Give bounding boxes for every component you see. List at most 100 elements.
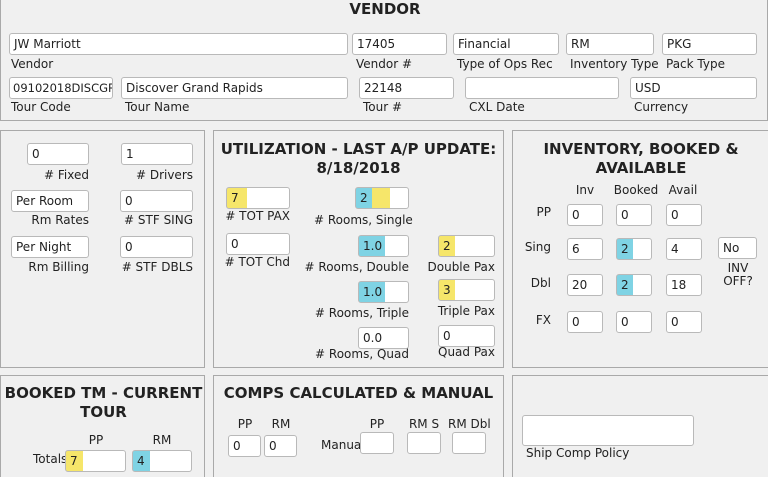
- currency-field[interactable]: USD: [630, 77, 757, 99]
- vendor-field[interactable]: JW Marriott: [9, 33, 348, 55]
- cxl-date-label: CXL Date: [469, 100, 525, 114]
- booked-tm-rm-header: RM: [152, 433, 172, 447]
- fixed-field[interactable]: 0: [27, 143, 89, 165]
- row-pp-label: PP: [536, 205, 551, 219]
- sing-booked-field[interactable]: 2: [616, 238, 652, 260]
- booked-tm-panel: BOOKED TM - CURRENT TOUR PP RM Totals 7 …: [0, 375, 205, 477]
- inventory-title-line1: INVENTORY, BOOKED &: [543, 140, 739, 158]
- rooms-triple-label: # Rooms, Triple: [314, 306, 409, 320]
- rm-billing-field[interactable]: Per Night: [11, 236, 89, 258]
- manual-pp-field[interactable]: [360, 432, 394, 454]
- utilization-title: UTILIZATION - LAST A/P UPDATE: 8/18/2018: [214, 140, 503, 178]
- tour-code-field[interactable]: 09102018DISCGR: [9, 77, 113, 99]
- triple-pax-field[interactable]: 3: [438, 279, 495, 301]
- inventory-panel: INVENTORY, BOOKED & AVAILABLE Inv Booked…: [512, 130, 768, 368]
- totals-label: Totals: [33, 452, 68, 466]
- fixed-label: # Fixed: [44, 168, 89, 182]
- rooms-single-label: # Rooms, Single: [314, 213, 413, 227]
- manual-rmdbl-header: RM Dbl: [448, 417, 491, 431]
- ship-comp-policy-field[interactable]: [522, 415, 694, 446]
- fx-avail-field[interactable]: 0: [666, 311, 702, 333]
- booked-tm-title-line1: BOOKED TM - CURRENT: [4, 384, 203, 402]
- rm-rates-label: Rm Rates: [31, 213, 89, 227]
- quad-pax-label: Quad Pax: [438, 345, 495, 359]
- inv-off-field[interactable]: No: [718, 237, 757, 259]
- double-pax-field[interactable]: 2: [438, 235, 495, 257]
- manual-rms-field[interactable]: [407, 432, 441, 454]
- sing-inv-field[interactable]: 6: [567, 238, 603, 260]
- inventory-title: INVENTORY, BOOKED & AVAILABLE: [513, 140, 768, 178]
- ops-type-field[interactable]: Financial: [453, 33, 559, 55]
- stf-dbls-field[interactable]: 0: [120, 236, 193, 258]
- comps-panel: COMPS CALCULATED & MANUAL PP RM 0 0 Manu…: [213, 375, 504, 477]
- vendor-title: VENDOR: [349, 0, 421, 18]
- tour-code-label: Tour Code: [11, 100, 71, 114]
- stf-sing-field[interactable]: 0: [120, 190, 193, 212]
- comps-title: COMPS CALCULATED & MANUAL: [223, 384, 494, 402]
- tour-number-label: Tour #: [363, 100, 403, 114]
- inventory-type-field[interactable]: RM: [566, 33, 654, 55]
- fx-inv-field[interactable]: 0: [567, 311, 603, 333]
- rooms-double-label: # Rooms, Double: [304, 260, 409, 274]
- dbl-booked-field[interactable]: 2: [616, 274, 652, 296]
- vendor-label: Vendor: [11, 57, 54, 71]
- stf-sing-label: # STF SING: [124, 213, 193, 227]
- ship-comp-panel: Ship Comp Policy: [512, 375, 768, 477]
- col-booked-header: Booked: [613, 183, 659, 197]
- pp-avail-field[interactable]: 0: [666, 204, 702, 226]
- cxl-date-field[interactable]: [465, 77, 619, 99]
- rm-billing-label: Rm Billing: [28, 260, 89, 274]
- tot-pax-field[interactable]: 7: [226, 187, 290, 209]
- booked-tm-pp-header: PP: [88, 433, 104, 447]
- dbl-avail-field[interactable]: 18: [666, 274, 702, 296]
- dbl-inv-field[interactable]: 20: [567, 274, 603, 296]
- comps-rm-field[interactable]: 0: [264, 435, 297, 457]
- tot-chd-field[interactable]: 0: [226, 233, 290, 255]
- comps-rm-header: RM: [271, 417, 291, 431]
- ops-type-label: Type of Ops Rec: [457, 57, 553, 71]
- ship-comp-policy-label: Ship Comp Policy: [526, 446, 630, 460]
- row-sing-label: Sing: [524, 240, 551, 254]
- vendor-number-label: Vendor #: [356, 57, 413, 71]
- pack-type-field[interactable]: PKG: [662, 33, 757, 55]
- inventory-title-line2: AVAILABLE: [595, 159, 687, 177]
- comps-pp-field[interactable]: 0: [228, 435, 261, 457]
- vendor-number-field[interactable]: 17405: [352, 33, 447, 55]
- rooms-single-field[interactable]: 2: [355, 187, 409, 209]
- tour-name-field[interactable]: Discover Grand Rapids: [121, 77, 348, 99]
- booked-tm-title-line2: TOUR: [80, 403, 127, 421]
- pack-type-label: Pack Type: [666, 57, 725, 71]
- tour-number-field[interactable]: 22148: [359, 77, 454, 99]
- comps-pp-header: PP: [237, 417, 253, 431]
- utilization-title-line1: UTILIZATION - LAST A/P UPDATE:: [220, 140, 497, 158]
- double-pax-label: Double Pax: [427, 260, 496, 274]
- row-dbl-label: Dbl: [530, 276, 551, 290]
- booked-tm-rm-field[interactable]: 4: [132, 450, 192, 472]
- inventory-type-label: Inventory Type: [570, 57, 659, 71]
- sing-avail-field[interactable]: 4: [666, 238, 702, 260]
- drivers-field[interactable]: 1: [121, 143, 193, 165]
- tot-pax-label: # TOT PAX: [225, 209, 290, 223]
- rooms-triple-field[interactable]: 1.0: [358, 281, 409, 303]
- inv-off-label: INV OFF?: [715, 262, 761, 288]
- rooms-double-field[interactable]: 1.0: [358, 235, 409, 257]
- currency-label: Currency: [634, 100, 689, 114]
- row-fx-label: FX: [535, 313, 551, 327]
- booked-tm-title: BOOKED TM - CURRENT TOUR: [1, 384, 206, 422]
- manual-rmdbl-field[interactable]: [452, 432, 486, 454]
- pp-inv-field[interactable]: 0: [567, 204, 603, 226]
- manual-label: Manual: [321, 438, 365, 452]
- fx-booked-field[interactable]: 0: [616, 311, 652, 333]
- rooms-quad-field[interactable]: 0.0: [358, 327, 409, 349]
- quad-pax-field[interactable]: 0: [438, 325, 495, 347]
- utilization-title-line2: 8/18/2018: [316, 159, 401, 177]
- manual-pp-header: PP: [369, 417, 385, 431]
- tour-name-label: Tour Name: [125, 100, 190, 114]
- rm-rates-field[interactable]: Per Room: [11, 190, 89, 212]
- vendor-panel: VENDOR JW Marriott Vendor 17405 Vendor #…: [0, 0, 768, 121]
- pp-booked-field[interactable]: 0: [616, 204, 652, 226]
- utilization-panel: UTILIZATION - LAST A/P UPDATE: 8/18/2018…: [213, 130, 504, 368]
- booked-tm-pp-field[interactable]: 7: [65, 450, 126, 472]
- col-avail-header: Avail: [668, 183, 698, 197]
- rates-panel: 0 # Fixed 1 # Drivers Per Room Rm Rates …: [0, 130, 205, 368]
